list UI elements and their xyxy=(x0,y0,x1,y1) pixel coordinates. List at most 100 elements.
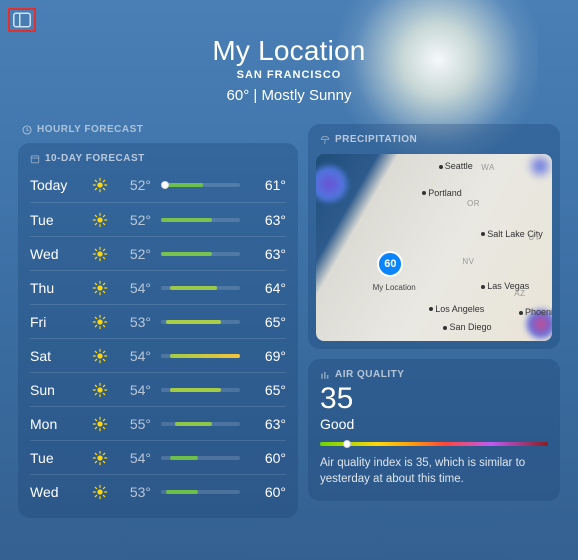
forecast-row[interactable]: Sun 54° 65° xyxy=(30,372,286,406)
location-city: SAN FRANCISCO xyxy=(0,69,578,81)
forecast-range-bar xyxy=(161,320,240,324)
forecast-high: 63° xyxy=(250,416,286,432)
forecast-low: 53° xyxy=(115,484,151,500)
forecast-high: 60° xyxy=(250,450,286,466)
sun-icon xyxy=(85,484,115,500)
forecast-low: 54° xyxy=(115,348,151,364)
air-quality-label: AIR QUALITY xyxy=(320,369,548,380)
sun-icon xyxy=(85,450,115,466)
forecast-range-bar xyxy=(161,456,240,460)
map-city-label: Los Angeles xyxy=(429,304,484,314)
forecast-range-bar xyxy=(161,218,240,222)
forecast-range-bar xyxy=(161,354,240,358)
map-state-label: UT xyxy=(528,233,540,242)
sidebar-toggle-button[interactable] xyxy=(8,8,36,32)
sidebar-icon xyxy=(13,12,31,28)
location-pin-label: My Location xyxy=(373,283,416,292)
forecast-high: 63° xyxy=(250,212,286,228)
forecast-range-bar xyxy=(161,388,240,392)
forecast-range-bar xyxy=(161,252,240,256)
forecast-day: Wed xyxy=(30,484,85,500)
air-quality-description: Air quality index is 35, which is simila… xyxy=(320,456,548,487)
sun-icon xyxy=(85,348,115,364)
aqi-icon xyxy=(320,370,330,380)
forecast-high: 64° xyxy=(250,280,286,296)
forecast-row[interactable]: Tue 52° 63° xyxy=(30,202,286,236)
forecast-range-bar xyxy=(161,490,240,494)
precipitation-label: PRECIPITATION xyxy=(320,134,548,145)
forecast-day: Wed xyxy=(30,246,85,262)
forecast-day: Sat xyxy=(30,348,85,364)
map-state-label: OR xyxy=(467,199,480,208)
location-pin[interactable]: 60 xyxy=(377,251,403,277)
air-quality-marker xyxy=(343,440,351,448)
forecast-day: Mon xyxy=(30,416,85,432)
location-title: My Location xyxy=(0,35,578,67)
map-state-label: NV xyxy=(462,257,474,266)
forecast-low: 55° xyxy=(115,416,151,432)
forecast-low: 54° xyxy=(115,450,151,466)
hourly-forecast-label: HOURLY FORECAST xyxy=(22,124,298,135)
forecast-day: Today xyxy=(30,177,85,193)
forecast-low: 53° xyxy=(115,314,151,330)
forecast-row[interactable]: Wed 53° 60° xyxy=(30,474,286,508)
forecast-high: 69° xyxy=(250,348,286,364)
forecast-high: 63° xyxy=(250,246,286,262)
forecast-range-bar xyxy=(161,422,240,426)
clock-icon xyxy=(22,125,32,135)
current-temp: 60° xyxy=(227,87,250,104)
forecast-high: 61° xyxy=(250,177,286,193)
forecast-day: Fri xyxy=(30,314,85,330)
map-state-label: AZ xyxy=(514,289,525,298)
forecast-range-bar xyxy=(161,286,240,290)
ten-day-forecast-card[interactable]: 10-DAY FORECAST Today 52° 61° Tue 52° 63° Wed 5… xyxy=(18,143,298,518)
sun-icon xyxy=(85,246,115,262)
current-condition: Mostly Sunny xyxy=(261,87,351,104)
map-city-label: Phoenix xyxy=(519,307,552,317)
map-city-label: San Diego xyxy=(443,322,491,332)
precipitation-blob xyxy=(316,166,347,202)
forecast-day: Sun xyxy=(30,382,85,398)
forecast-low: 52° xyxy=(115,212,151,228)
ten-day-forecast-label: 10-DAY FORECAST xyxy=(30,153,286,164)
sun-icon xyxy=(85,382,115,398)
map-state-label: WA xyxy=(481,163,495,172)
forecast-day: Tue xyxy=(30,212,85,228)
air-quality-scale xyxy=(320,442,548,446)
precipitation-map[interactable]: 60 My Location SeattlePortlandSalt Lake … xyxy=(316,154,552,341)
air-quality-status: Good xyxy=(320,416,548,432)
precipitation-card[interactable]: PRECIPITATION 60 My Location Seattle Port… xyxy=(308,124,560,349)
forecast-row[interactable]: Wed 52° 63° xyxy=(30,236,286,270)
sun-icon xyxy=(85,177,115,193)
sun-icon xyxy=(85,314,115,330)
location-conditions: 60° | Mostly Sunny xyxy=(0,87,578,104)
forecast-high: 65° xyxy=(250,314,286,330)
forecast-row[interactable]: Today 52° 61° xyxy=(30,168,286,202)
forecast-row[interactable]: Thu 54° 64° xyxy=(30,270,286,304)
air-quality-value: 35 xyxy=(320,384,548,414)
forecast-low: 54° xyxy=(115,382,151,398)
forecast-row[interactable]: Fri 53° 65° xyxy=(30,304,286,338)
forecast-low: 52° xyxy=(115,246,151,262)
umbrella-icon xyxy=(320,135,330,145)
sun-icon xyxy=(85,280,115,296)
forecast-row[interactable]: Tue 54° 60° xyxy=(30,440,286,474)
air-quality-card[interactable]: AIR QUALITY 35 Good Air quality index is… xyxy=(308,359,560,501)
precipitation-blob xyxy=(526,154,552,180)
sun-icon xyxy=(85,212,115,228)
forecast-day: Tue xyxy=(30,450,85,466)
forecast-high: 60° xyxy=(250,484,286,500)
map-city-label: Seattle xyxy=(439,161,473,171)
map-city-label: Portland xyxy=(422,188,462,198)
forecast-high: 65° xyxy=(250,382,286,398)
forecast-low: 54° xyxy=(115,280,151,296)
separator: | xyxy=(249,87,261,104)
sun-icon xyxy=(85,416,115,432)
forecast-low: 52° xyxy=(115,177,151,193)
forecast-day: Thu xyxy=(30,280,85,296)
forecast-row[interactable]: Sat 54° 69° xyxy=(30,338,286,372)
calendar-icon xyxy=(30,154,40,164)
location-header: My Location SAN FRANCISCO 60° | Mostly S… xyxy=(0,0,578,104)
toolbar xyxy=(8,8,36,32)
forecast-row[interactable]: Mon 55° 63° xyxy=(30,406,286,440)
